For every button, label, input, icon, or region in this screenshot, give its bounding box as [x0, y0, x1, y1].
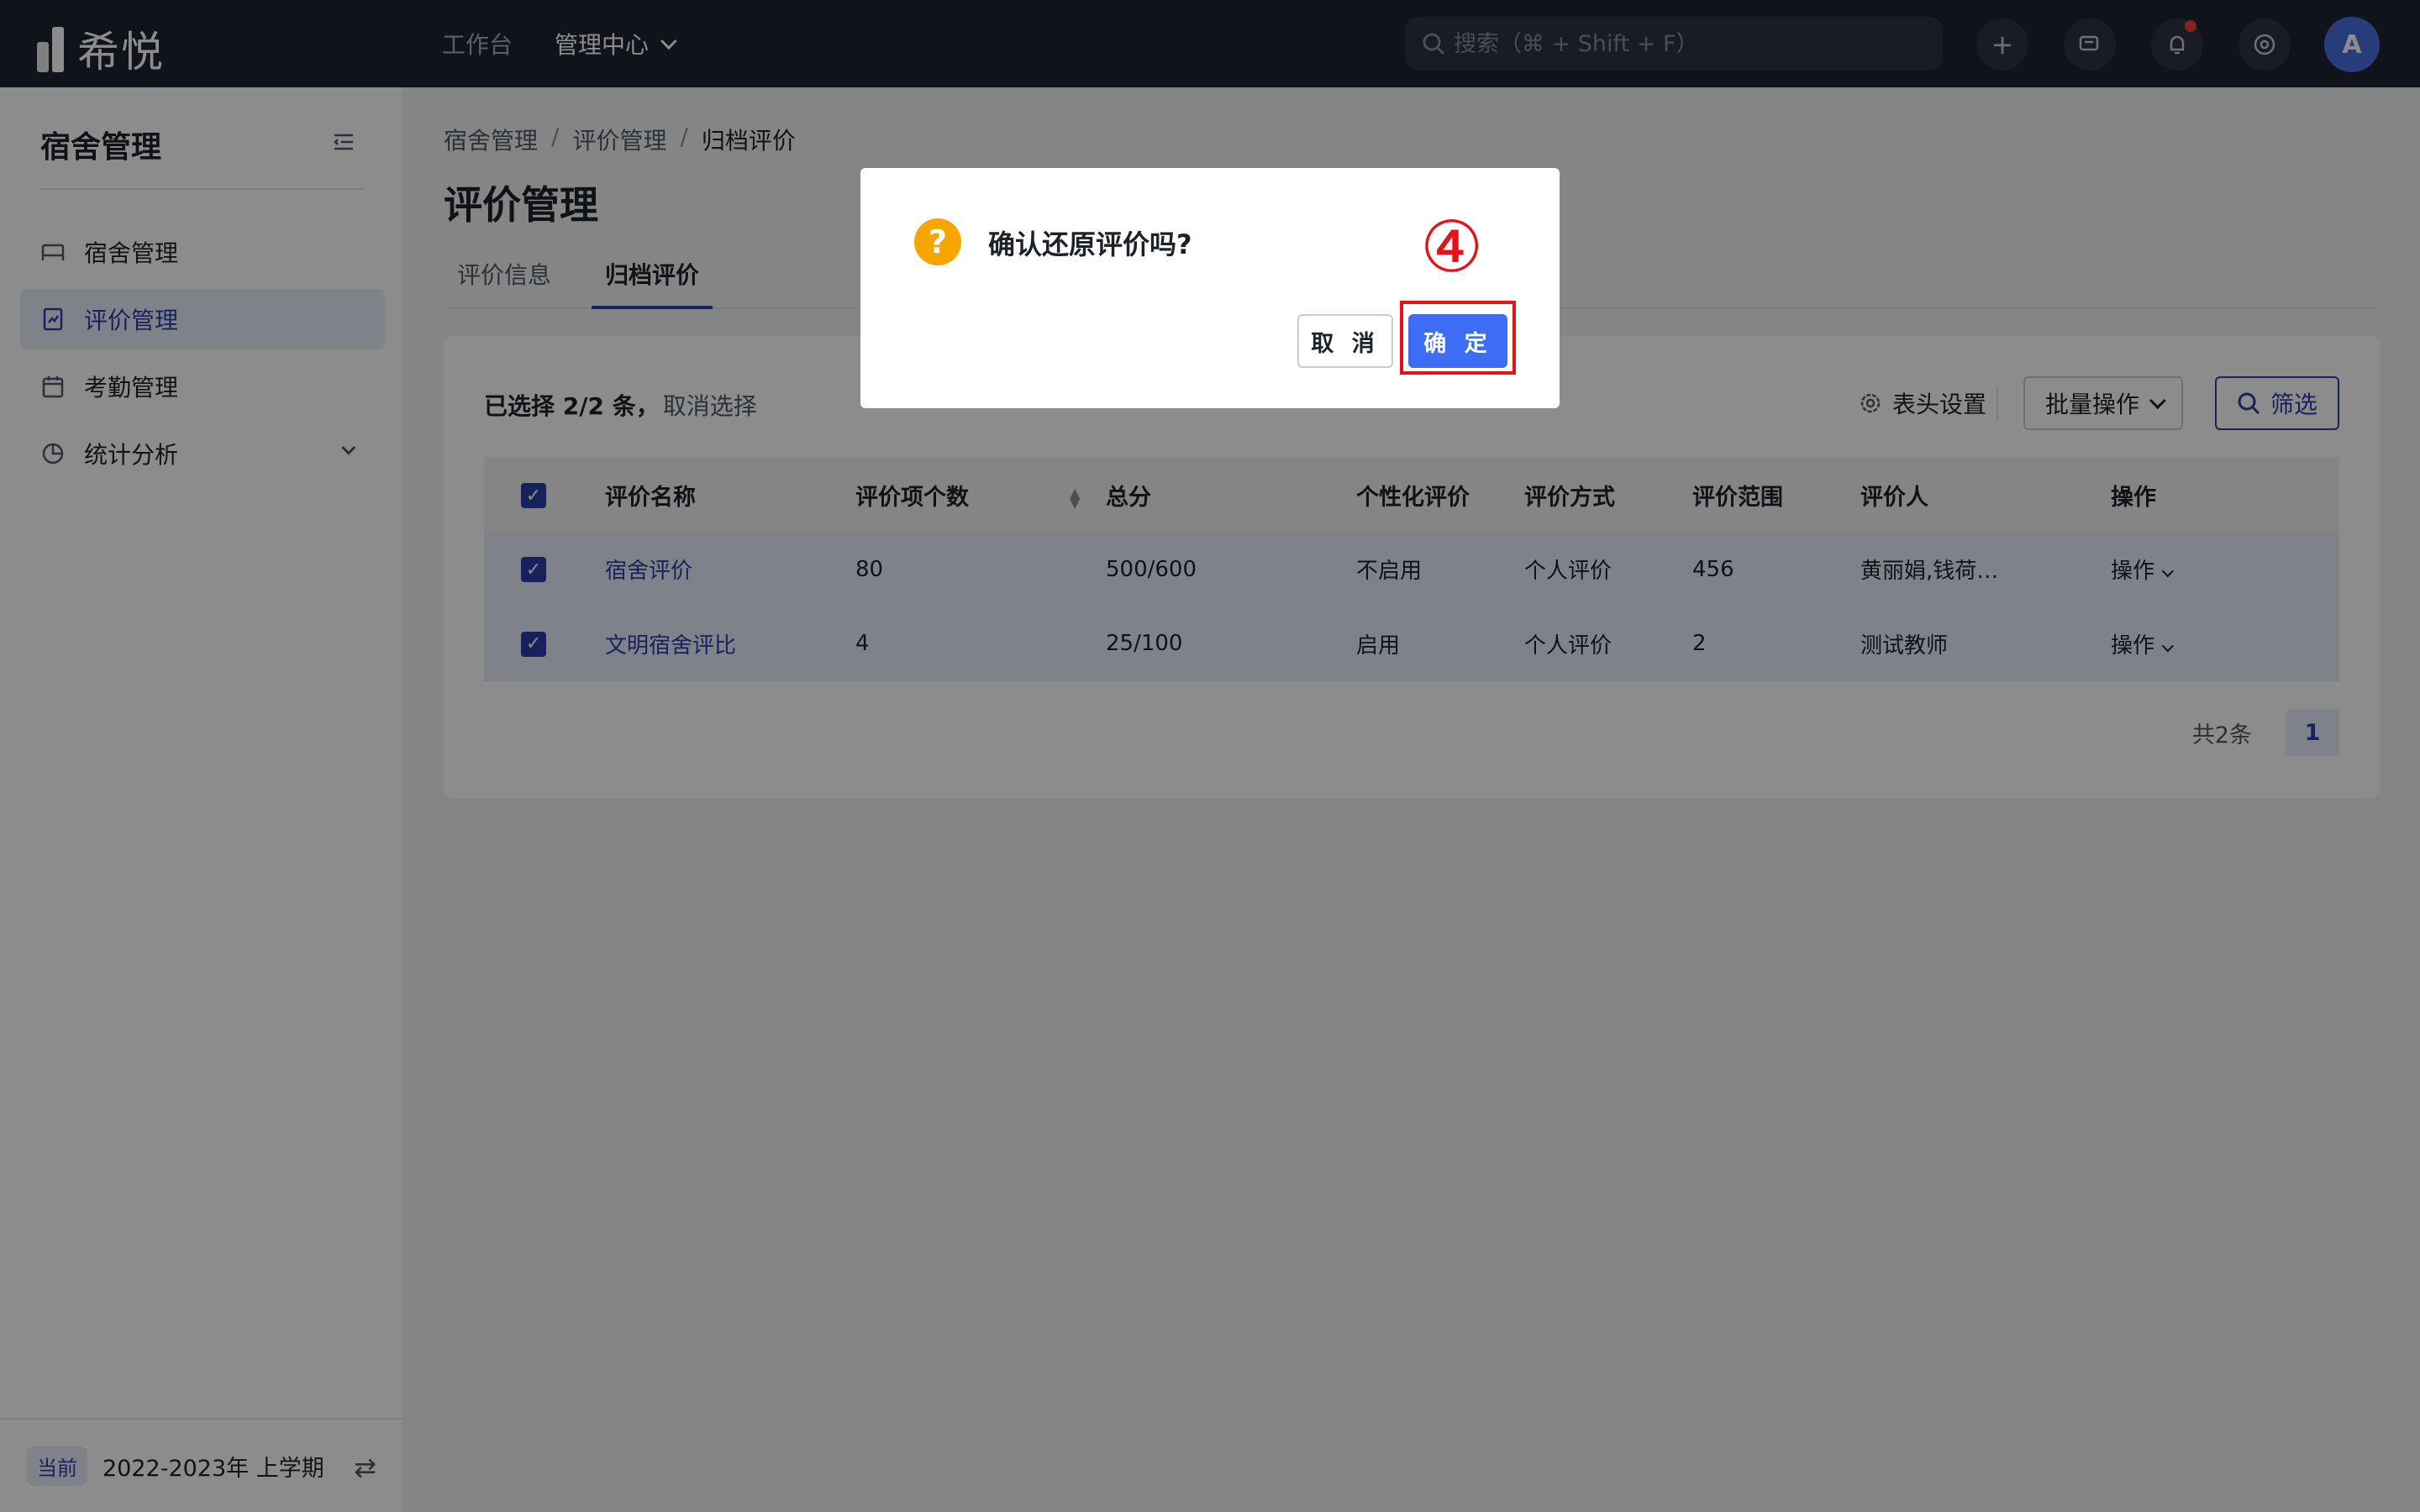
annotation-highlight-box — [1400, 301, 1516, 375]
dialog-title: 确认还原评价吗? — [988, 228, 1192, 260]
cancel-button[interactable]: 取 消 — [1297, 314, 1393, 368]
annotation-step-number: ④ — [1420, 206, 1484, 288]
question-icon: ? — [914, 218, 961, 265]
